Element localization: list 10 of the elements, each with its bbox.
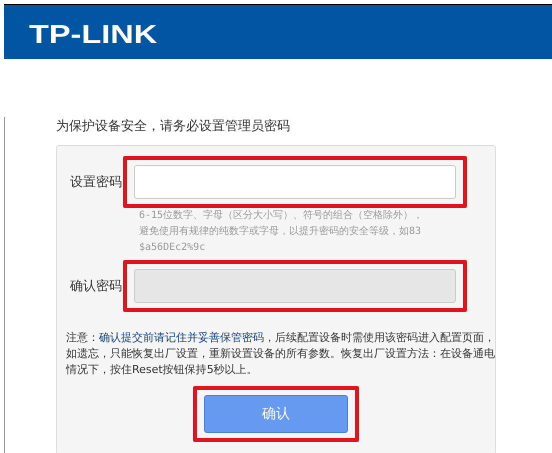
password-field[interactable] xyxy=(134,165,456,199)
logo: TP-LINK xyxy=(29,19,158,50)
note-text: 注意：确认提交前请记住并妥善保管密码，后续配置设备时需使用该密码进入配置页面，如遗忘，只能恢复出厂设置，重新设置设备的所有参数。恢复出厂设置方法：在设备通电情况下，按住Reset按钮保持5秒以上。 xyxy=(66,330,495,378)
instruction-text: 为保护设备安全，请务必设置管理员密码 xyxy=(56,118,291,135)
hint-text: 6-15位数字、字母（区分大小写）、符号的组合（空格除外）， xyxy=(139,208,424,223)
field-label: 设置密码 xyxy=(69,174,123,191)
field-label: 确认密码 xyxy=(69,278,123,295)
hint-text: $a56DEc2%9c xyxy=(139,241,206,255)
hint-text: 避免使用有规律的纯数字或字母，以提升密码的安全等级，如83 xyxy=(139,224,422,239)
confirm-button[interactable]: 确认 xyxy=(204,395,348,433)
